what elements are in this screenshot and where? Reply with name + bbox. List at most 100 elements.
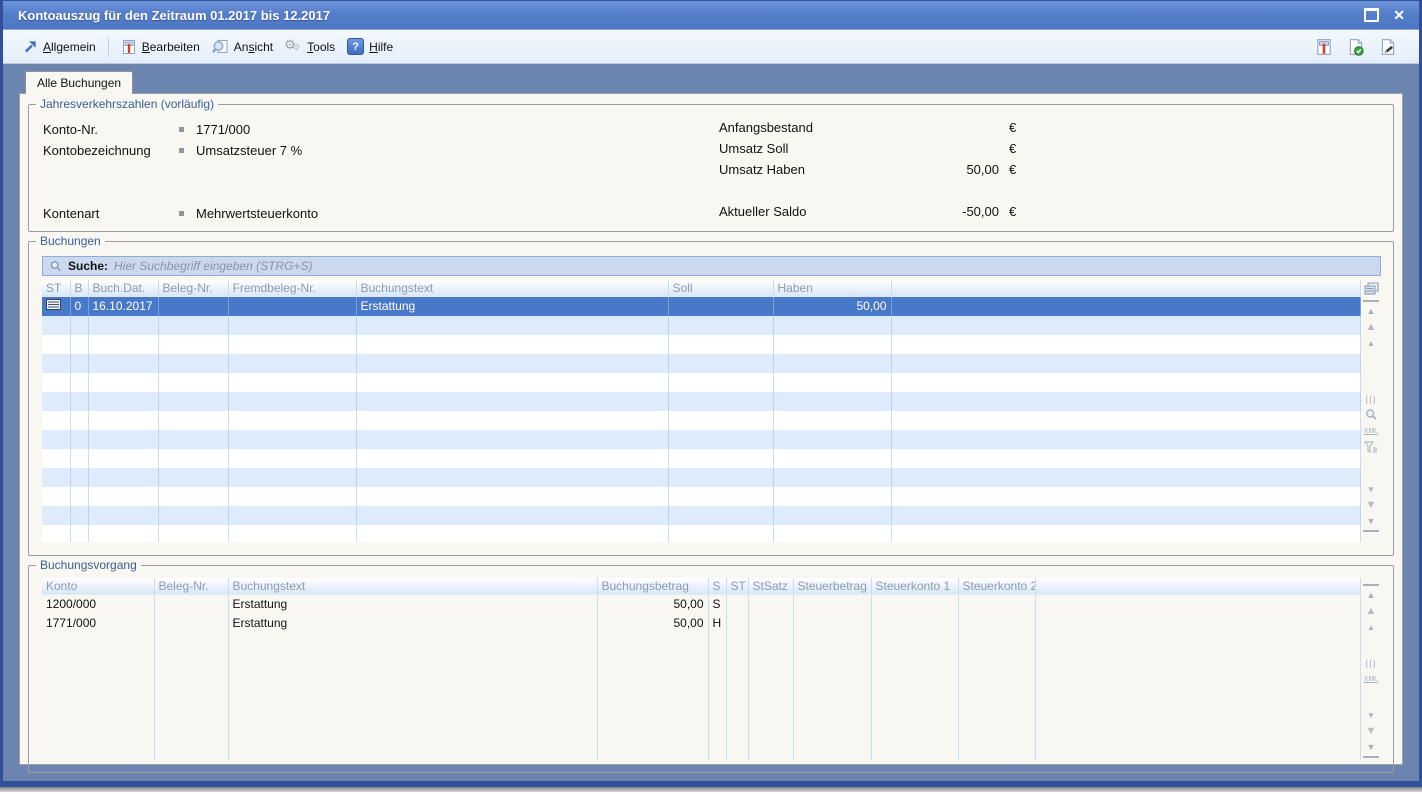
search-placeholder: Hier Suchbegriff eingeben (STRG+S) (114, 259, 312, 273)
column-header: ST (726, 578, 748, 595)
empty-row[interactable] (42, 506, 1361, 525)
step-up-icon[interactable]: ▲ (1363, 619, 1379, 635)
field-aktueller-saldo: Aktueller Saldo -50,00 € (719, 201, 1025, 222)
column-header (891, 280, 1361, 297)
column-header: Fremdbeleg-Nr. (228, 280, 356, 297)
field-value: Umsatzsteuer 7 % (196, 143, 302, 158)
scroll-up-icon[interactable]: ▲ (1363, 603, 1379, 619)
currency-symbol: € (999, 204, 1025, 219)
field-value: -50,00 (911, 204, 999, 219)
empty-row[interactable] (42, 633, 1361, 652)
scroll-bottom-icon[interactable]: ▼ (1363, 513, 1379, 532)
table-row[interactable]: 1200/000Erstattung50,00S (42, 595, 1361, 615)
empty-row[interactable] (42, 652, 1361, 671)
scroll-top-icon[interactable]: ▲ (1363, 584, 1379, 603)
window-title: Kontoauszug für den Zeitraum 01.2017 bis… (3, 8, 1364, 23)
menu-ansicht[interactable]: Ansicht (206, 36, 279, 58)
bullet-icon (179, 148, 184, 153)
transaction-table-container: KontoBeleg-Nr.BuchungstextBuchungsbetrag… (42, 578, 1361, 760)
menu-tools[interactable]: ⚙⚙ Tools (279, 36, 341, 58)
column-header: Buchungstext (228, 578, 597, 595)
field-kontenart: Kontenart Mehrwertsteuerkonto (43, 203, 463, 224)
menu-separator (108, 37, 109, 57)
diagonal-arrow-icon (23, 39, 38, 54)
column-header: S (708, 578, 726, 595)
restore-icon[interactable] (1364, 8, 1379, 22)
bookings-table-container: STBBuch.Dat.Beleg-Nr.Fremdbeleg-Nr.Buchu… (42, 280, 1361, 542)
field-value: Mehrwertsteuerkonto (196, 206, 318, 221)
content-panel: Jahresverkehrszahlen (vorläufig) Konto-N… (19, 93, 1403, 765)
gears-icon: ⚙⚙ (285, 39, 302, 55)
search-input[interactable]: Suche: Hier Suchbegriff eingeben (STRG+S… (42, 256, 1381, 276)
field-kontobezeichnung: Kontobezeichnung Umsatzsteuer 7 % (43, 140, 463, 161)
menu-hilfe[interactable]: ? Hilfe (341, 35, 399, 58)
step-down-icon[interactable]: ▼ (1363, 481, 1379, 497)
scroll-top-icon[interactable]: ▲ (1363, 300, 1379, 319)
empty-row[interactable] (42, 354, 1361, 373)
menu-bearbeiten[interactable]: Bearbeiten (115, 36, 206, 58)
field-umsatz-soll: Umsatz Soll € (719, 138, 1025, 159)
group-title: Buchungsvorgang (36, 558, 141, 572)
empty-row[interactable] (42, 449, 1361, 468)
filter-icon[interactable] (1363, 439, 1379, 455)
search-icon (49, 260, 62, 273)
table-row[interactable]: 016.10.2017Erstattung50,00 (42, 297, 1361, 317)
fit-columns-icon[interactable]: (|) (1363, 655, 1379, 671)
empty-row[interactable] (42, 316, 1361, 335)
empty-row[interactable] (42, 411, 1361, 430)
zoom-icon[interactable] (1363, 407, 1379, 423)
document-sign-icon[interactable] (1379, 38, 1397, 56)
field-konto-nr: Konto-Nr. 1771/000 (43, 119, 463, 140)
column-chooser-icon[interactable] (1363, 280, 1379, 296)
grid-icon (46, 299, 61, 310)
column-header: Haben (773, 280, 891, 297)
scroll-up-icon[interactable]: ▲ (1363, 319, 1379, 335)
step-down-icon[interactable]: ▼ (1363, 707, 1379, 723)
empty-row[interactable] (42, 335, 1361, 354)
empty-row[interactable] (42, 709, 1361, 728)
empty-row[interactable] (42, 487, 1361, 506)
help-icon: ? (347, 38, 364, 55)
step-up-icon[interactable]: ▲ (1363, 335, 1379, 351)
field-value: 1771/000 (196, 122, 250, 137)
table-row[interactable]: 1771/000Erstattung50,00H (42, 614, 1361, 633)
tab-alle-buchungen[interactable]: Alle Buchungen (25, 71, 133, 94)
scroll-bottom-icon[interactable]: ▼ (1363, 739, 1379, 758)
field-value: 50,00 (911, 162, 999, 177)
empty-row[interactable] (42, 373, 1361, 392)
menu-allgemein[interactable]: Allgemein (17, 36, 102, 57)
close-icon[interactable]: ✕ (1393, 8, 1405, 22)
empty-row[interactable] (42, 671, 1361, 690)
xml-export-icon[interactable]: XML (1363, 423, 1379, 439)
empty-row[interactable] (42, 728, 1361, 747)
empty-row[interactable] (42, 468, 1361, 487)
field-anfangsbestand: Anfangsbestand € (719, 117, 1025, 138)
empty-row[interactable] (42, 430, 1361, 449)
column-header: Steuerkonto 2 (958, 578, 1035, 595)
xml-export-icon[interactable]: XML (1363, 671, 1379, 687)
column-header: Buch.Dat. (88, 280, 158, 297)
empty-row[interactable] (42, 392, 1361, 411)
bullet-icon (179, 127, 184, 132)
column-header: Steuerkonto 1 (871, 578, 958, 595)
group-buchungen: Buchungen Suche: Hier Suchbegriff eingeb… (28, 241, 1394, 556)
column-header: Soll (668, 280, 773, 297)
document-approved-icon[interactable] (1347, 38, 1365, 56)
currency-symbol: € (999, 141, 1025, 156)
bookings-table: STBBuch.Dat.Beleg-Nr.Fremdbeleg-Nr.Buchu… (42, 280, 1361, 542)
fit-columns-icon[interactable]: (|) (1363, 391, 1379, 407)
application-window: Kontoauszug für den Zeitraum 01.2017 bis… (0, 0, 1422, 788)
group-jahresverkehrszahlen: Jahresverkehrszahlen (vorläufig) Konto-N… (28, 104, 1394, 232)
group-title: Buchungen (36, 234, 105, 248)
edit-tool-document-icon[interactable] (1315, 38, 1333, 56)
scroll-down-icon[interactable]: ▼ (1363, 497, 1379, 513)
empty-row[interactable] (42, 525, 1361, 542)
empty-row[interactable] (42, 690, 1361, 709)
work-area: Alle Buchungen Jahresverkehrszahlen (vor… (6, 62, 1416, 781)
scroll-down-icon[interactable]: ▼ (1363, 723, 1379, 739)
empty-row[interactable] (42, 747, 1361, 760)
column-header: Konto (42, 578, 154, 595)
field-umsatz-haben: Umsatz Haben 50,00 € (719, 159, 1025, 180)
menu-bar: Allgemein Bearbeiten Ansicht ⚙⚙ Tools ? … (3, 30, 1419, 64)
search-label: Suche: (68, 259, 108, 273)
